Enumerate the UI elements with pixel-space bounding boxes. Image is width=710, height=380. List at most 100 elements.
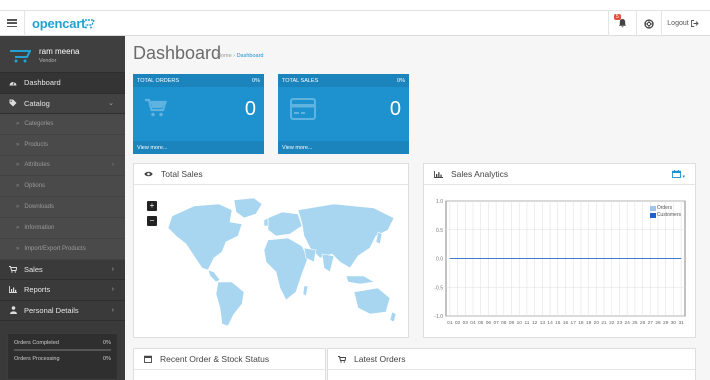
x-tick-label: 17 <box>571 320 577 326</box>
map-north-america <box>167 203 243 271</box>
tile-value: 0 <box>244 98 256 120</box>
stat-label: Orders Completed <box>14 340 59 346</box>
x-tick-label: 16 <box>563 320 569 326</box>
map-europe <box>267 211 303 237</box>
sidebar-item-label: Catalog <box>24 98 50 108</box>
sidebar-item-products[interactable]: » Products <box>0 134 125 156</box>
map-zoom-in-button[interactable]: + <box>147 201 157 211</box>
eye-icon <box>144 171 153 177</box>
tile-value: 0 <box>389 98 401 120</box>
stat-orders-completed: Orders Completed 0% <box>14 340 111 346</box>
sidebar-item-import-export[interactable]: » Import/Export Products <box>0 238 125 260</box>
menu-toggle-icon[interactable] <box>7 18 17 28</box>
view-more-sales-link[interactable]: View more... <box>278 141 409 154</box>
legend-label: Orders <box>656 205 673 211</box>
chart-legend: Orders Customers <box>649 205 681 219</box>
x-tick-label: 23 <box>617 320 623 326</box>
notification-badge: 5 <box>614 13 621 20</box>
breadcrumb-separator: › <box>233 53 236 59</box>
logout-label: Logout <box>667 20 689 27</box>
tile-label: TOTAL ORDERS <box>137 77 180 84</box>
sidebar-item-label: Import/Export Products <box>24 245 86 252</box>
bar-chart-icon <box>434 170 443 178</box>
logo-text: opencart <box>32 16 86 31</box>
sidebar-item-label: Reports <box>24 285 51 295</box>
world-map[interactable] <box>164 196 399 328</box>
angle-double-right-icon: » <box>16 204 20 211</box>
sidebar-item-label: Options <box>24 183 46 190</box>
tag-icon <box>8 99 18 107</box>
view-more-orders-link[interactable]: View more... <box>133 141 264 154</box>
notifications-button[interactable]: 5 <box>609 11 636 36</box>
map-africa <box>263 237 309 301</box>
sidebar-item-sales[interactable]: Sales › <box>0 259 125 281</box>
x-tick-label: 13 <box>540 320 546 326</box>
panel-title: Recent Order & Stock Status <box>160 354 270 364</box>
map-australia <box>353 287 391 315</box>
x-tick-label: 31 <box>678 320 684 326</box>
y-tick-label: 0.5 <box>436 228 443 234</box>
legend-label: Customers <box>656 212 681 218</box>
x-tick-label: 01 <box>447 320 453 326</box>
breadcrumb-home[interactable]: Home <box>217 53 232 59</box>
sidebar: ram meena Vendor Dashboard Catalog ⌄ » Ca… <box>0 36 125 380</box>
total-orders-tile: TOTAL ORDERS 0% 0 View more... <box>133 74 264 154</box>
sidebar-item-categories[interactable]: » Categories <box>0 114 125 135</box>
sidebar-item-information[interactable]: » Information <box>0 217 125 239</box>
map-new-zealand <box>389 311 397 323</box>
stat-orders-processing: Orders Processing 0% <box>14 356 111 362</box>
total-sales-tile: TOTAL SALES 0% 0 View more... <box>278 74 409 154</box>
y-tick-label: 0.0 <box>436 257 443 263</box>
sign-out-icon <box>690 20 699 27</box>
chevron-down-icon: ⌄ <box>108 100 114 108</box>
total-sales-panel: Total Sales + − <box>133 163 409 338</box>
cart-icon <box>145 98 167 117</box>
map-madagascar <box>302 285 309 297</box>
sidebar-item-catalog[interactable]: Catalog ⌄ <box>0 93 125 114</box>
user-name: ram meena <box>39 47 80 56</box>
calendar-dropdown-button[interactable]: ▾ <box>671 170 685 180</box>
sidebar-item-personal-details[interactable]: Personal Details › <box>0 300 125 322</box>
sidebar-item-attributes[interactable]: » Attributes › <box>0 155 125 177</box>
breadcrumb-current[interactable]: Dashboard <box>237 53 264 59</box>
sidebar-item-downloads[interactable]: » Downloads <box>0 197 125 218</box>
sales-analytics-panel: Sales Analytics ▾ 1.0 0.5 0.0 -0.5 -1.0 01 02 0… <box>423 163 696 338</box>
sidebar-item-label: Products <box>24 141 49 148</box>
logout-button[interactable]: Logout <box>662 11 704 36</box>
x-tick-label: 10 <box>517 320 523 326</box>
x-tick-label: 27 <box>648 320 654 326</box>
user-icon <box>8 306 18 315</box>
x-tick-label: 24 <box>625 320 631 326</box>
angle-double-right-icon: » <box>16 120 20 127</box>
y-tick-label: -0.5 <box>434 285 443 291</box>
legend-swatch <box>649 212 656 218</box>
x-tick-label: 29 <box>663 320 669 326</box>
recent-order-stock-panel: Recent Order & Stock Status <box>133 348 326 380</box>
tile-header: TOTAL SALES 0% <box>278 74 409 87</box>
map-zoom-out-button[interactable]: − <box>147 216 157 226</box>
sidebar-item-options[interactable]: » Options <box>0 176 125 198</box>
panel-title: Total Sales <box>161 169 203 179</box>
life-ring-icon <box>644 18 654 29</box>
angle-double-right-icon: » <box>16 141 20 148</box>
chevron-right-icon: › <box>112 162 114 169</box>
sidebar-item-label: Information <box>24 224 55 231</box>
opencart-logo[interactable]: opencart <box>32 16 95 31</box>
sidebar-item-reports[interactable]: Reports › <box>0 280 125 301</box>
angle-double-right-icon: » <box>16 183 20 190</box>
sidebar-item-dashboard[interactable]: Dashboard <box>0 73 125 94</box>
latest-orders-panel: Latest Orders <box>327 348 696 380</box>
help-button[interactable] <box>637 11 661 36</box>
map-indonesia <box>345 275 375 285</box>
legend-swatch <box>649 205 656 211</box>
tile-label: TOTAL SALES <box>282 77 319 84</box>
panel-header: Recent Order & Stock Status <box>134 349 325 370</box>
x-tick-label: 20 <box>594 320 600 326</box>
x-tick-label: 06 <box>486 320 492 326</box>
x-tick-label: 12 <box>532 320 538 326</box>
x-tick-label: 19 <box>586 320 592 326</box>
progress-bar-completed <box>14 349 111 351</box>
x-tick-label: 08 <box>501 320 507 326</box>
user-profile[interactable]: ram meena Vendor <box>0 36 125 73</box>
user-role: Vendor <box>39 58 57 64</box>
